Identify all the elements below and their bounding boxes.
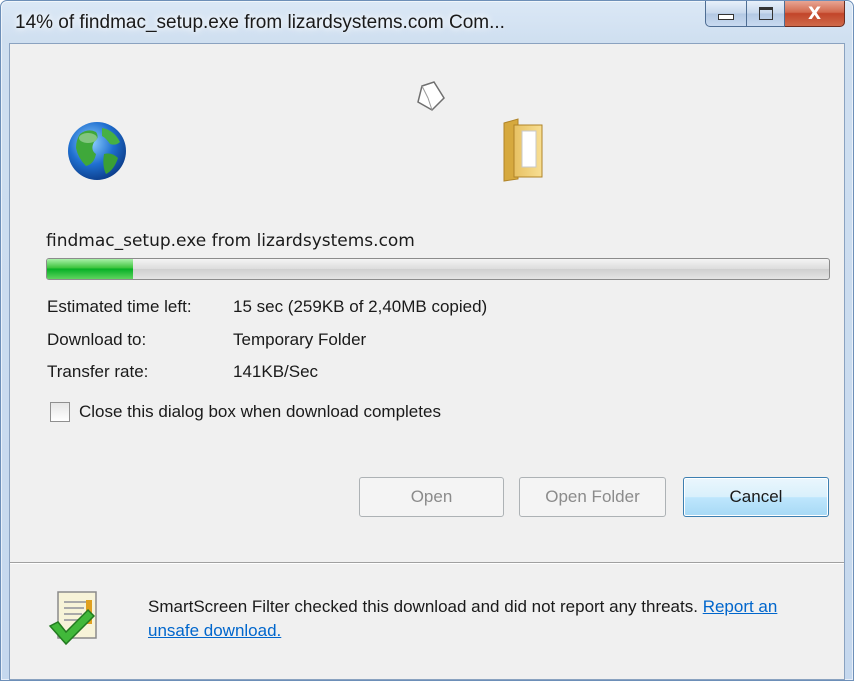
folder-icon — [503, 118, 543, 182]
download-progress-bar — [46, 258, 830, 280]
checked-document-icon — [48, 591, 97, 646]
transfer-rate-label: Transfer rate: — [47, 362, 149, 381]
caption-buttons: X — [705, 1, 845, 27]
close-button[interactable]: X — [785, 1, 845, 27]
smartscreen-text: SmartScreen Filter checked this download… — [148, 597, 703, 616]
paper-icon — [417, 81, 445, 111]
download-to-value: Temporary Folder — [233, 330, 367, 349]
cancel-button[interactable]: Cancel — [683, 477, 829, 517]
open-folder-button[interactable]: Open Folder — [519, 477, 666, 517]
globe-icon — [68, 122, 126, 180]
title-bar[interactable]: 14% of findmac_setup.exe from lizardsyst… — [1, 1, 853, 43]
minimize-button[interactable] — [705, 1, 747, 27]
progress-fill — [47, 259, 134, 279]
download-to-label: Download to: — [47, 330, 147, 349]
close-when-complete-checkbox[interactable] — [50, 402, 70, 422]
dialog-body: findmac_setup.exe from lizardsystems.com… — [9, 43, 845, 680]
open-button[interactable]: Open — [359, 477, 504, 517]
transfer-rate-value: 141KB/Sec — [233, 362, 319, 381]
download-dialog: 14% of findmac_setup.exe from lizardsyst… — [0, 0, 854, 681]
time-left-label: Estimated time left: — [47, 297, 192, 316]
minimize-icon — [718, 13, 734, 20]
close-when-complete-label[interactable]: Close this dialog box when download comp… — [79, 402, 441, 422]
maximize-icon — [758, 7, 773, 20]
close-icon: X — [807, 3, 822, 24]
footer-divider — [10, 562, 844, 564]
window-title: 14% of findmac_setup.exe from lizardsyst… — [15, 12, 505, 33]
time-left-value: 15 sec (259KB of 2,40MB copied) — [233, 297, 488, 316]
maximize-button[interactable] — [747, 1, 785, 27]
download-filename: findmac_setup.exe from lizardsystems.com — [46, 231, 415, 251]
smartscreen-message: SmartScreen Filter checked this download… — [148, 595, 788, 643]
